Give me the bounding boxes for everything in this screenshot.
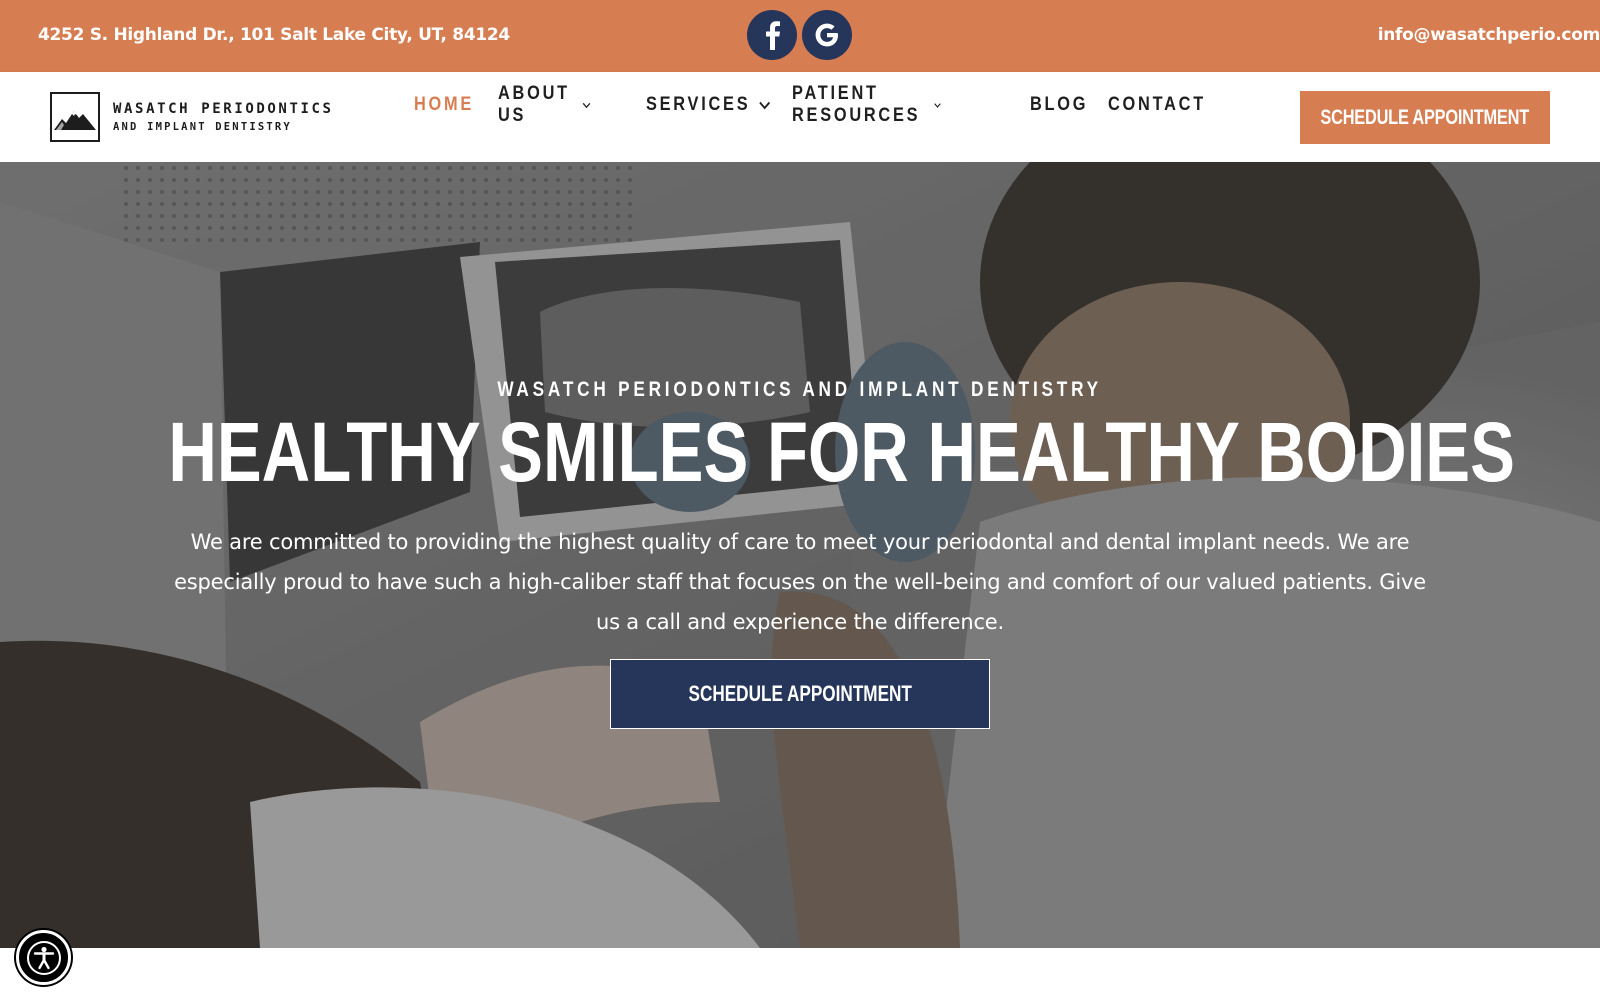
chevron-down-icon [934,102,941,108]
nav-patient-resources[interactable]: PATIENT RESOURCES [792,83,941,127]
nav-contact[interactable]: CONTACT [1108,94,1206,116]
hero-cta-label: SCHEDULE APPOINTMENT [688,681,912,706]
hero-schedule-appointment-button[interactable]: SCHEDULE APPOINTMENT [610,659,990,729]
facebook-icon [766,21,780,50]
mountain-logo-icon [50,92,100,142]
logo-subtitle: AND IMPLANT DENTISTRY [113,120,292,133]
header-cta-label: SCHEDULE APPOINTMENT [1320,105,1530,129]
google-link[interactable] [802,10,852,60]
accessibility-button[interactable] [16,930,71,985]
nav-home-label: HOME [414,94,475,115]
google-icon [815,23,838,47]
chevron-down-icon [759,101,771,109]
hero-title-text: HEALTHY SMILES FOR HEALTHY BODIES [168,405,1515,499]
nav-services[interactable]: SERVICES [646,94,771,116]
email-link[interactable]: info@wasatchperio.com [1378,25,1600,45]
nav-about-us[interactable]: ABOUT US [498,83,591,127]
hero-description: We are committed to providing the highes… [174,530,1426,634]
site-logo[interactable]: WASATCH PERIODONTICS AND IMPLANT DENTIST… [50,92,334,142]
hero-title: HEALTHY SMILES FOR HEALTHY BODIES [0,402,1600,502]
site-header: WASATCH PERIODONTICS AND IMPLANT DENTIST… [0,72,1600,162]
nav-home[interactable]: HOME [414,94,474,116]
hero-eyebrow: WASATCH PERIODONTICS AND IMPLANT DENTIST… [0,378,1600,402]
accessibility-icon [26,940,61,975]
nav-services-label: SERVICES [646,94,751,115]
nav-blog[interactable]: BLOG [1030,94,1088,116]
nav-about-label: ABOUT US [498,83,570,126]
header-schedule-appointment-button[interactable]: SCHEDULE APPOINTMENT [1300,91,1550,144]
hero-section: WASATCH PERIODONTICS AND IMPLANT DENTIST… [0,162,1600,948]
logo-title: WASATCH PERIODONTICS [113,100,334,117]
nav-blog-label: BLOG [1030,94,1089,115]
chevron-down-icon [582,102,591,108]
top-bar: 4252 S. Highland Dr., 101 Salt Lake City… [0,0,1600,72]
facebook-link[interactable] [747,10,797,60]
nav-patient-label: PATIENT RESOURCES [792,83,921,126]
hero-eyebrow-text: WASATCH PERIODONTICS AND IMPLANT DENTIST… [497,378,1103,401]
nav-contact-label: CONTACT [1108,94,1206,115]
address-text: 4252 S. Highland Dr., 101 Salt Lake City… [38,25,510,45]
